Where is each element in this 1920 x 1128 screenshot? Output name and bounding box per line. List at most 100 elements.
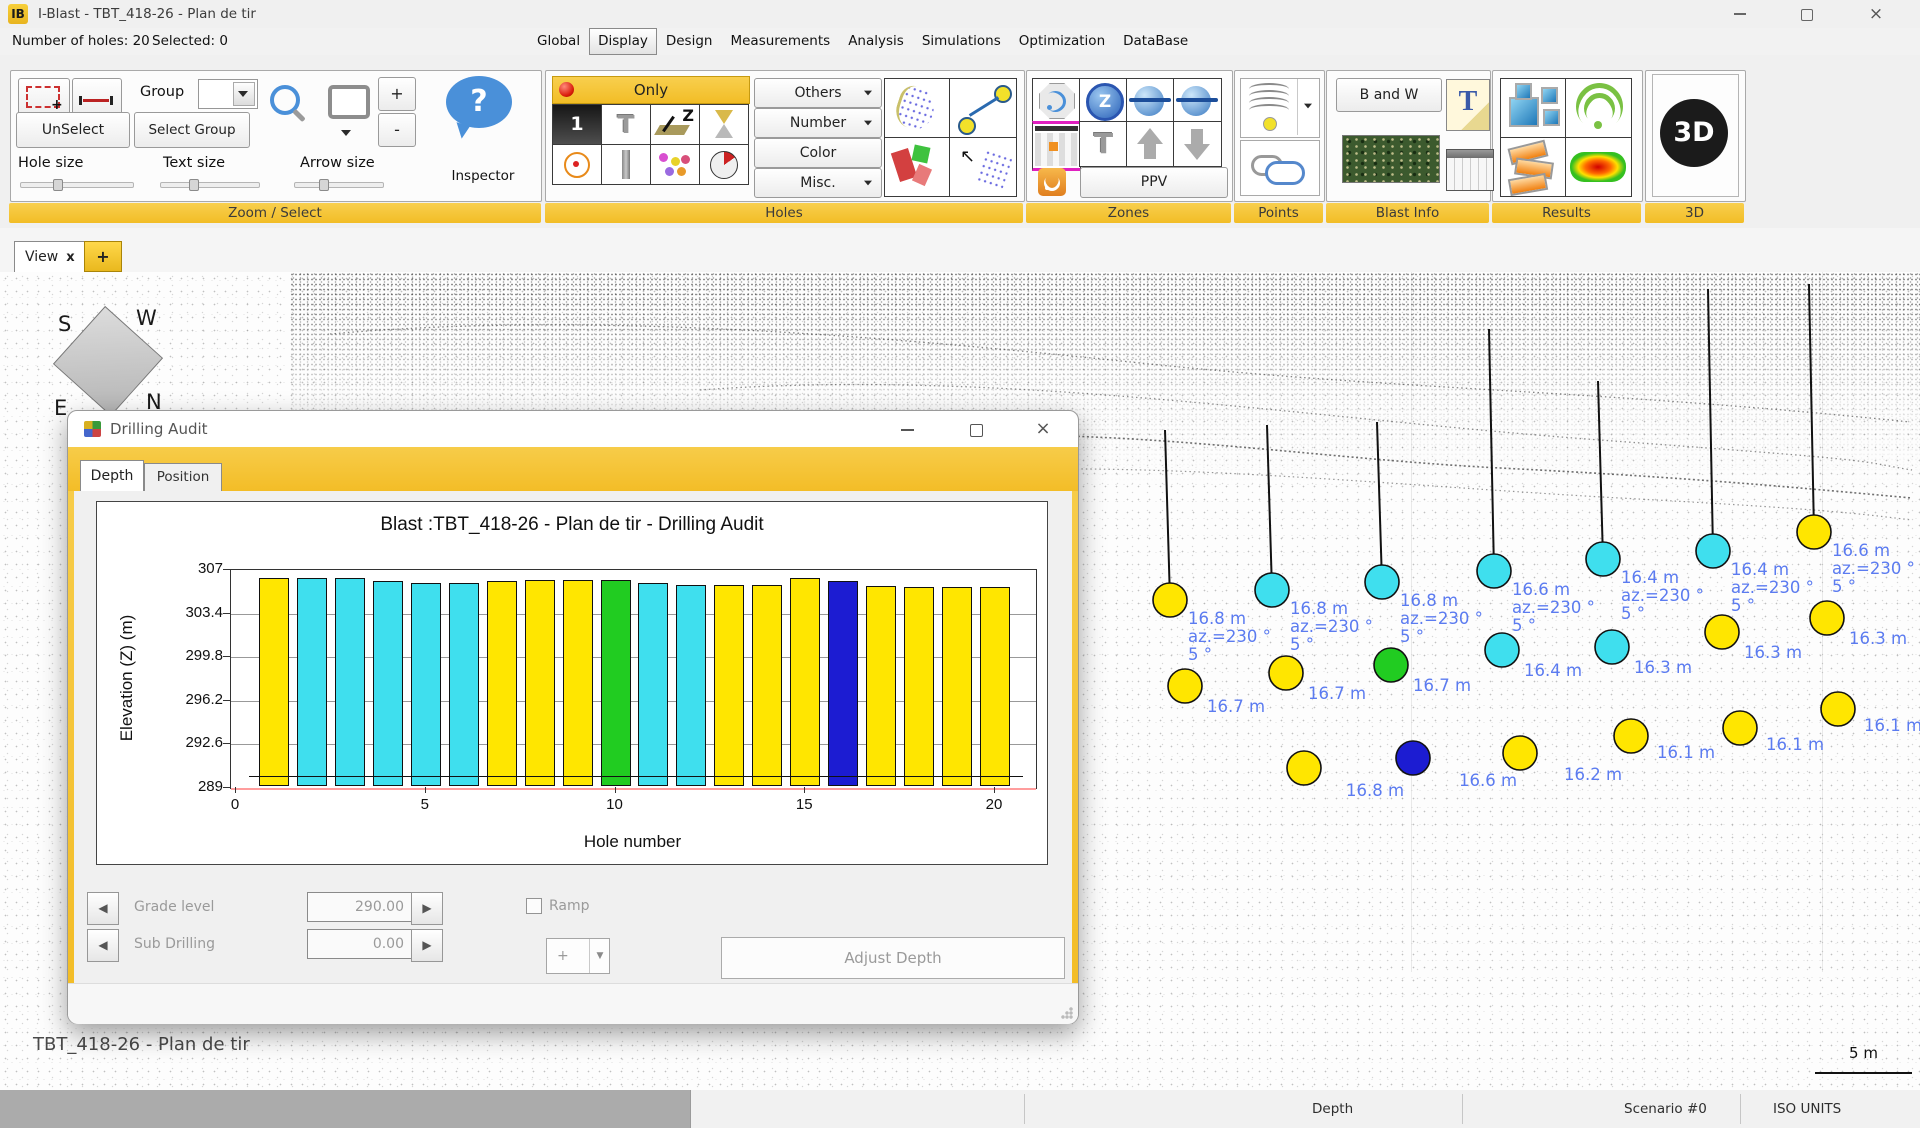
aerial-map-thumbnail[interactable]	[1342, 135, 1440, 183]
hole-text-icon[interactable]: T	[601, 104, 651, 145]
ramp-checkbox[interactable]	[526, 898, 542, 914]
inspector-button[interactable]: ?	[444, 74, 516, 148]
arrow-size-slider[interactable]	[294, 182, 384, 188]
results-fragmentation-icon[interactable]	[1500, 137, 1566, 197]
hole-marker-6[interactable]	[1696, 534, 1730, 568]
grade-level-decrease-button[interactable]: ◀	[87, 892, 119, 925]
resize-grip[interactable]	[1061, 1007, 1073, 1019]
dialog-maximize-button[interactable]	[954, 414, 996, 444]
zone-ppv-rss-icon[interactable]	[1032, 167, 1076, 197]
tab-view[interactable]: Viewx	[14, 241, 92, 273]
hole-target-icon[interactable]	[552, 144, 602, 185]
hole-column-icon[interactable]	[601, 144, 651, 185]
zone-down-arrow-icon[interactable]	[1173, 121, 1222, 167]
hole-hourglass-icon[interactable]	[699, 104, 749, 145]
grade-level-input[interactable]: 290.00	[307, 892, 412, 922]
drilling-audit-dialog[interactable]: Drilling Audit × Depth Position Blast :T…	[67, 410, 1079, 1024]
zone-up-arrow-icon[interactable]	[1126, 121, 1175, 167]
results-blocks-icon[interactable]	[1500, 78, 1566, 138]
points-clouds-button[interactable]	[1240, 140, 1320, 196]
holes-only-toggle[interactable]: Only	[552, 76, 750, 104]
hole-size-slider[interactable]	[20, 182, 134, 188]
holes-others-button[interactable]: Others	[754, 78, 882, 108]
maximize-button[interactable]	[1778, 0, 1834, 28]
hole-marker-14[interactable]	[1810, 601, 1844, 635]
results-heatmap-icon[interactable]	[1565, 137, 1632, 197]
fit-extent-dropdown[interactable]	[320, 123, 372, 145]
select-group-button[interactable]: Select Group	[134, 112, 250, 148]
menu-global[interactable]: Global	[528, 28, 589, 55]
hole-marker-11[interactable]	[1485, 633, 1519, 667]
hole-marker-13[interactable]	[1705, 615, 1739, 649]
sub-drilling-increase-button[interactable]: ▶	[411, 929, 443, 962]
dialog-close-button[interactable]: ×	[1022, 414, 1064, 444]
size-minus-button[interactable]: -	[378, 113, 416, 147]
hole-elevation-icon[interactable]: Z	[650, 104, 700, 145]
zone-rotate-right-icon[interactable]	[1126, 78, 1175, 123]
dialog-title-bar[interactable]: Drilling Audit ×	[68, 411, 1078, 447]
points-contour-button[interactable]	[1240, 78, 1320, 138]
fit-extent-button[interactable]	[320, 77, 372, 121]
hole-marker-20[interactable]	[1821, 692, 1855, 726]
holes-number-button[interactable]: Number	[754, 108, 882, 138]
hole-link-arrow-icon[interactable]	[949, 78, 1017, 138]
text-size-slider[interactable]	[160, 182, 260, 188]
menu-design[interactable]: Design	[657, 28, 722, 55]
menu-measurements[interactable]: Measurements	[721, 28, 839, 55]
zone-signal-icon[interactable]	[1032, 78, 1081, 123]
select-pointcloud-icon[interactable]: ↖	[949, 137, 1017, 197]
tab-add-button[interactable]: +	[84, 241, 122, 272]
group-dropdown[interactable]	[198, 79, 258, 109]
hole-marker-8[interactable]	[1168, 669, 1202, 703]
menu-analysis[interactable]: Analysis	[839, 28, 913, 55]
results-vibration-icon[interactable]	[1565, 78, 1632, 138]
pointcloud-strip-icon[interactable]	[884, 78, 950, 138]
table-grid-icon[interactable]	[1446, 149, 1494, 191]
hole-marker-7[interactable]	[1797, 515, 1831, 549]
hole-marker-10[interactable]	[1374, 648, 1408, 682]
hole-fragmentation-icon[interactable]	[650, 144, 700, 185]
ppv-button[interactable]: PPV	[1080, 167, 1228, 198]
adjust-depth-button[interactable]: Adjust Depth	[721, 937, 1065, 979]
menu-database[interactable]: DataBase	[1114, 28, 1197, 55]
minimize-button[interactable]	[1712, 0, 1768, 28]
b-and-w-button[interactable]: B and W	[1336, 78, 1442, 112]
close-button[interactable]: ×	[1848, 0, 1904, 28]
zone-z-refresh-icon[interactable]: Z	[1079, 78, 1128, 123]
zoom-button[interactable]	[262, 81, 316, 141]
sub-drilling-input[interactable]: 0.00	[307, 929, 412, 959]
group-dropdown-arrow[interactable]	[233, 82, 255, 106]
hole-marker-12[interactable]	[1595, 630, 1629, 664]
tab-depth[interactable]: Depth	[80, 460, 144, 492]
hole-marker-19[interactable]	[1723, 711, 1757, 745]
hole-marker-1[interactable]	[1153, 583, 1187, 617]
hole-timing-icon[interactable]	[699, 144, 749, 185]
slider-thumb[interactable]	[319, 179, 329, 191]
3d-view-button[interactable]: 3D	[1660, 99, 1728, 167]
dialog-minimize-button[interactable]	[886, 414, 928, 444]
sub-drilling-decrease-button[interactable]: ◀	[87, 929, 119, 962]
menu-display[interactable]: Display	[589, 28, 657, 55]
menu-optimization[interactable]: Optimization	[1010, 28, 1114, 55]
hole-marker-18[interactable]	[1614, 719, 1648, 753]
tab-close-icon[interactable]: x	[66, 250, 74, 265]
hole-marker-16[interactable]	[1396, 741, 1430, 775]
hole-marker-5[interactable]	[1586, 542, 1620, 576]
menu-simulations[interactable]: Simulations	[913, 28, 1010, 55]
zone-text-icon[interactable]: T	[1079, 121, 1128, 167]
grade-level-increase-button[interactable]: ▶	[411, 892, 443, 925]
hole-marker-3[interactable]	[1365, 565, 1399, 599]
hole-marker-17[interactable]	[1503, 736, 1537, 770]
report-document-icon[interactable]: T	[1446, 79, 1490, 131]
zone-rotate-left-icon[interactable]	[1173, 78, 1222, 123]
hole-marker-4[interactable]	[1477, 554, 1511, 588]
slider-thumb[interactable]	[53, 179, 63, 191]
hole-marker-9[interactable]	[1269, 656, 1303, 690]
size-plus-button[interactable]: +	[378, 77, 416, 111]
zone-table-icon[interactable]	[1032, 121, 1081, 171]
tab-position[interactable]: Position	[144, 463, 222, 492]
holes-misc-button[interactable]: Misc.	[754, 168, 882, 198]
hole-marker-15[interactable]	[1287, 751, 1321, 785]
holes-color-button[interactable]: Color	[754, 138, 882, 168]
slider-thumb[interactable]	[189, 179, 199, 191]
